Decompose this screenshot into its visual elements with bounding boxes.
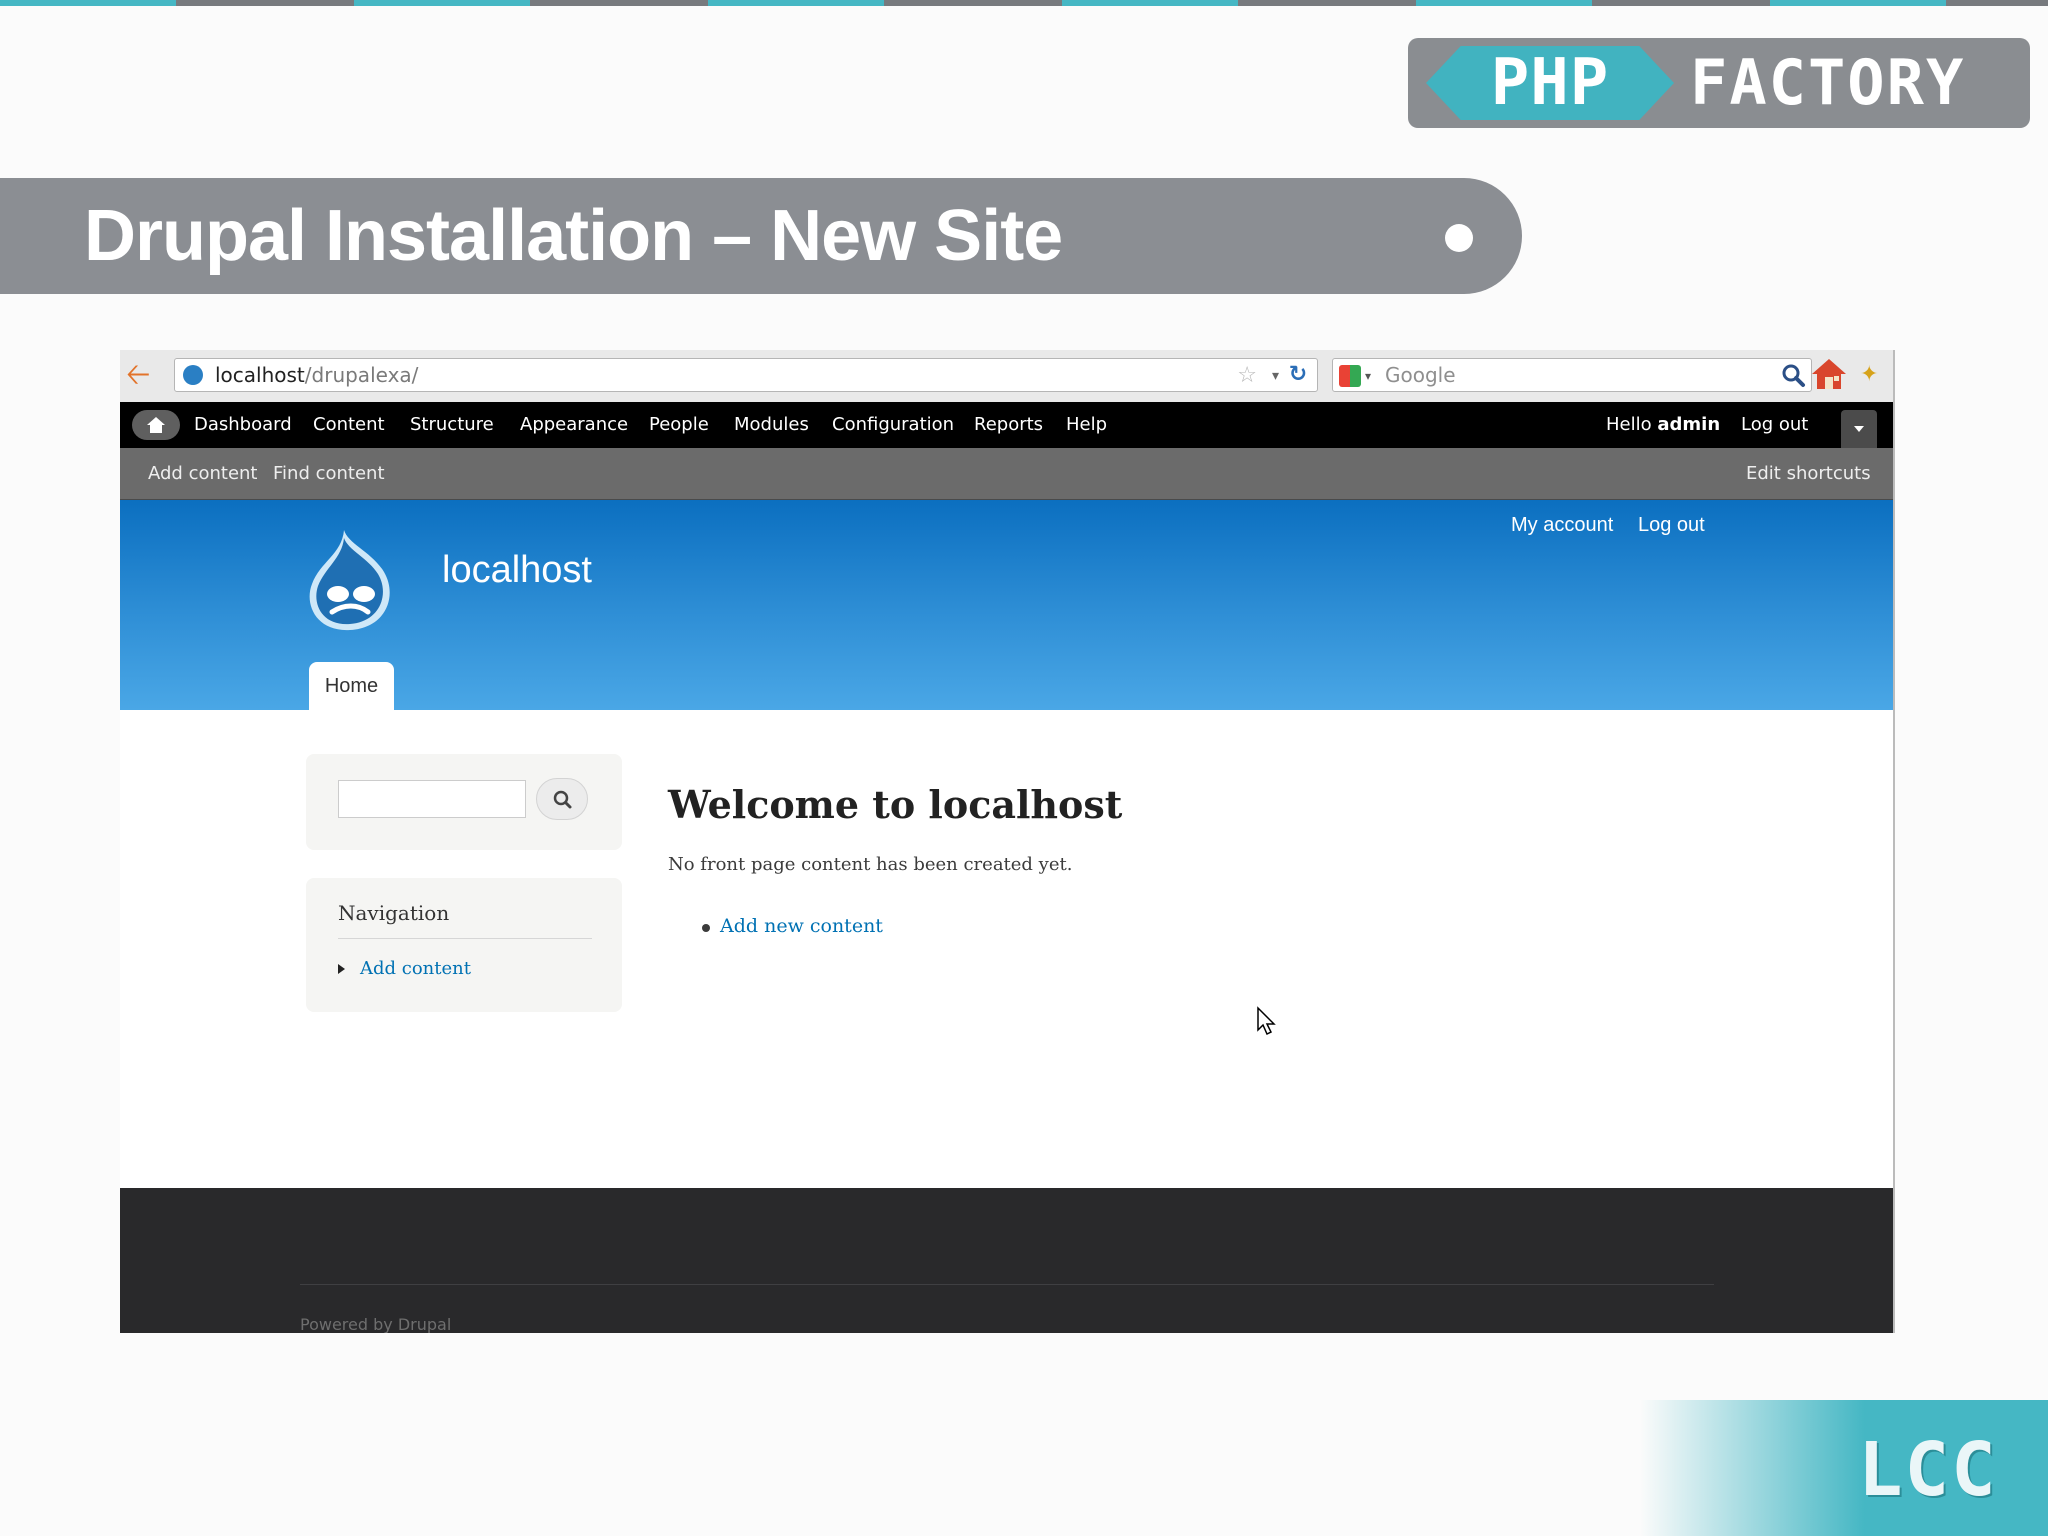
browser-window: 🡠 localhost/drupalexa/ ☆ ▾ ↻ ▾ Google ✦ <box>120 350 1895 1333</box>
home-icon <box>147 417 165 433</box>
shortcuts-bar: Add content Find content Edit shortcuts <box>120 448 1893 500</box>
slide-title: Drupal Installation – New Site <box>84 196 1063 276</box>
web-search-box[interactable]: ▾ Google <box>1332 358 1812 392</box>
site-header: localhost My account Log out Home <box>120 500 1893 710</box>
site-footer: Powered by Drupal <box>120 1188 1893 1333</box>
reload-icon[interactable]: ↻ <box>1285 362 1311 388</box>
list-bullet <box>702 924 710 932</box>
main-content-area: Navigation Add content Welcome to localh… <box>120 710 1893 1188</box>
mouse-cursor-icon <box>1257 1006 1276 1036</box>
toolbar-item-people[interactable]: People <box>649 402 709 448</box>
toolbar-item-content[interactable]: Content <box>313 402 385 448</box>
search-engine-icon[interactable] <box>1339 365 1361 387</box>
collapsed-triangle-icon <box>338 964 350 974</box>
edit-shortcuts-link[interactable]: Edit shortcuts <box>1746 448 1871 500</box>
toolbar-home-button[interactable] <box>132 410 180 440</box>
search-icon[interactable] <box>1779 361 1807 389</box>
bookmark-star-icon[interactable]: ☆ <box>1237 363 1257 389</box>
address-bar[interactable]: localhost/drupalexa/ ☆ ▾ ↻ <box>174 358 1318 392</box>
logo-factory-text: FACTORY <box>1690 46 1966 119</box>
search-icon <box>553 790 572 809</box>
shortcut-find-content[interactable]: Find content <box>273 448 385 500</box>
greeting-prefix: Hello <box>1606 414 1658 435</box>
url-host: localhost <box>215 363 305 387</box>
shortcut-add-content[interactable]: Add content <box>148 448 258 500</box>
navigation-block: Navigation Add content <box>306 878 622 1012</box>
tab-home[interactable]: Home <box>309 662 394 710</box>
lcc-logo: LCC <box>1858 1427 1998 1513</box>
footer-divider <box>300 1284 1714 1285</box>
php-factory-logo: PHP FACTORY <box>1408 38 2030 128</box>
nav-add-content-link[interactable]: Add content <box>360 954 471 984</box>
web-search-placeholder: Google <box>1385 363 1456 387</box>
page-title: Welcome to localhost <box>668 782 1123 827</box>
toolbar-drawer-toggle[interactable] <box>1841 410 1877 448</box>
footer-powered-by[interactable]: Powered by Drupal <box>300 1314 451 1333</box>
toolbar-item-help[interactable]: Help <box>1066 402 1107 448</box>
add-new-content-link[interactable]: Add new content <box>720 910 883 942</box>
drupal-admin-toolbar: Dashboard Content Structure Appearance P… <box>120 402 1893 448</box>
addon-icon[interactable]: ✦ <box>1860 362 1886 388</box>
slide-title-banner: Drupal Installation – New Site <box>0 178 1522 294</box>
toolbar-greeting: Hello admin <box>1606 402 1720 448</box>
drupal-logo-icon[interactable] <box>304 528 396 632</box>
header-logout-link[interactable]: Log out <box>1638 510 1705 540</box>
banner-dot <box>1445 224 1473 252</box>
back-arrow-icon[interactable]: 🡠 <box>126 360 160 390</box>
home-icon[interactable] <box>1810 356 1848 392</box>
site-name[interactable]: localhost <box>442 544 592 596</box>
site-search-button[interactable] <box>536 778 588 820</box>
toolbar-item-configuration[interactable]: Configuration <box>832 402 954 448</box>
navigation-divider <box>338 938 592 939</box>
navigation-title: Navigation <box>338 901 450 925</box>
no-content-message: No front page content has been created y… <box>668 854 1073 875</box>
my-account-link[interactable]: My account <box>1511 510 1613 540</box>
history-dropdown-icon[interactable]: ▾ <box>1272 363 1279 389</box>
site-favicon-icon <box>183 365 203 385</box>
logo-php-text: PHP <box>1490 46 1610 120</box>
search-block <box>306 754 622 850</box>
toolbar-item-modules[interactable]: Modules <box>734 402 809 448</box>
greeting-username[interactable]: admin <box>1657 414 1720 435</box>
url-path: /drupalexa/ <box>304 363 419 387</box>
search-engine-dropdown-icon[interactable]: ▾ <box>1365 363 1371 389</box>
browser-navigation-bar: 🡠 localhost/drupalexa/ ☆ ▾ ↻ ▾ Google ✦ <box>120 350 1893 402</box>
toolbar-item-structure[interactable]: Structure <box>410 402 494 448</box>
toolbar-item-dashboard[interactable]: Dashboard <box>194 402 292 448</box>
toolbar-item-appearance[interactable]: Appearance <box>520 402 628 448</box>
address-text[interactable]: localhost/drupalexa/ <box>215 359 418 391</box>
toolbar-logout[interactable]: Log out <box>1741 402 1808 448</box>
toolbar-item-reports[interactable]: Reports <box>974 402 1043 448</box>
top-decorative-stripe <box>0 0 2048 6</box>
site-search-input[interactable] <box>338 780 526 818</box>
